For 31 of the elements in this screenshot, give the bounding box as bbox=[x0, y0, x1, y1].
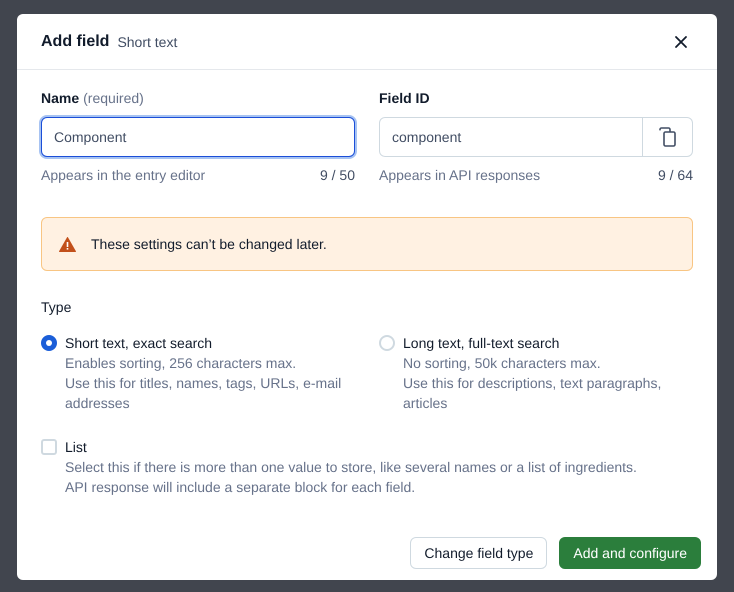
option-label: List bbox=[65, 438, 88, 457]
option-label: Short text, exact search bbox=[65, 334, 214, 353]
option-label: Long text, full-text search bbox=[403, 334, 560, 353]
input-field[interactable]: Component bbox=[41, 117, 355, 157]
option-description: Enables sorting, 256 characters max. bbox=[65, 354, 298, 373]
alert-text: These settings can’t be changed later. bbox=[91, 236, 327, 252]
add-button[interactable]: Add and configure bbox=[559, 537, 701, 569]
character-count: 9 / 64 bbox=[658, 167, 693, 183]
change-type-button[interactable]: Change field type bbox=[410, 537, 548, 569]
option-description: Select this if there is more than one value to store, like several names or a list of ingredients. bbox=[65, 458, 638, 477]
dialog-title: Add field bbox=[41, 32, 110, 50]
group-label: Type bbox=[41, 299, 72, 315]
checkbox[interactable] bbox=[41, 439, 57, 455]
field-label: Name bbox=[41, 90, 80, 106]
close-icon bbox=[673, 34, 689, 50]
radio-button[interactable] bbox=[41, 335, 57, 351]
option-description: No sorting, 50k characters max. bbox=[403, 354, 602, 373]
copy-button[interactable] bbox=[643, 117, 693, 157]
option-description: Use this for titles, names, tags, URLs, e-mail addresses bbox=[65, 374, 342, 413]
option-description: Use this for descriptions, text paragraphs, articles bbox=[403, 374, 662, 413]
input-field[interactable]: component bbox=[379, 117, 643, 157]
copy-icon bbox=[658, 127, 676, 147]
help-text: Appears in API responses bbox=[379, 167, 540, 183]
field-label: Field ID bbox=[379, 90, 430, 106]
warning-icon bbox=[59, 236, 76, 252]
help-text: Appears in the entry editor bbox=[41, 167, 206, 183]
field-hint: (required) bbox=[83, 90, 144, 106]
dialog-subtitle: Short text bbox=[117, 34, 178, 50]
character-count: 9 / 50 bbox=[320, 167, 355, 183]
radio-button[interactable] bbox=[379, 335, 395, 351]
option-description: API response will include a separate block for each field. bbox=[65, 478, 416, 497]
